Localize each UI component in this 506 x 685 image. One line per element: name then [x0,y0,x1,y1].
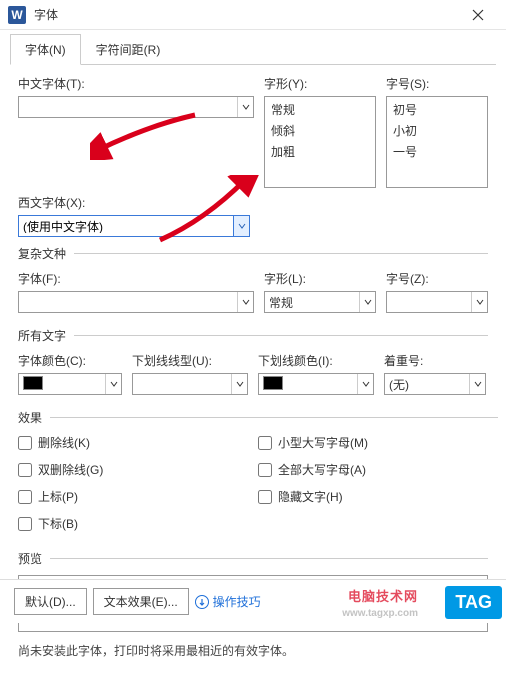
legend-alltext: 所有文字 [18,327,74,344]
info-icon [195,595,209,609]
label-font-color: 字体颜色(C): [18,352,122,369]
underline-color-combo[interactable] [258,373,374,395]
checkbox-dblstrike[interactable]: 双删除线(G) [18,461,258,478]
default-button[interactable]: 默认(D)... [14,588,87,615]
label-underline-type: 下划线线型(U): [132,352,248,369]
list-item[interactable]: 一号 [389,141,485,162]
text-effect-button[interactable]: 文本效果(E)... [93,588,189,615]
app-icon: W [8,6,26,24]
checkbox-smallcaps[interactable]: 小型大写字母(M) [258,434,498,451]
emphasis-value: (无) [385,376,469,393]
label-size: 字号(S): [386,75,488,92]
install-note: 尚未安装此字体，打印时将采用最相近的有效字体。 [18,642,488,659]
section-alltext: 所有文字 字体颜色(C): 下划线线型(U): 下划线颜色(I): [18,327,488,401]
chevron-down-icon[interactable] [237,292,253,312]
label-cn-font: 中文字体(T): [18,75,254,92]
list-item[interactable]: 小初 [389,120,485,141]
size-z-combo[interactable] [386,291,488,313]
chevron-down-icon[interactable] [359,292,375,312]
titlebar: W 字体 [0,0,506,30]
underline-type-combo[interactable] [132,373,248,395]
checkbox-allcaps[interactable]: 全部大写字母(A) [258,461,498,478]
west-font-combo[interactable] [18,215,250,237]
legend-complex: 复杂文种 [18,245,74,262]
font-f-combo[interactable] [18,291,254,313]
section-effects: 效果 删除线(K)小型大写字母(M)双删除线(G)全部大写字母(A)上标(P)隐… [18,409,498,542]
size-listbox[interactable]: 初号 小初 一号 [386,96,488,188]
checkbox-strike[interactable]: 删除线(K) [18,434,258,451]
list-item[interactable]: 初号 [389,99,485,120]
chevron-down-icon[interactable] [233,216,249,236]
style-listbox[interactable]: 常规 倾斜 加粗 [264,96,376,188]
color-swatch [23,376,43,390]
font-f-input[interactable] [19,295,237,309]
font-color-combo[interactable] [18,373,122,395]
label-emphasis: 着重号: [384,352,486,369]
style-l-combo[interactable]: 常规 [264,291,376,313]
legend-effects: 效果 [18,409,50,426]
label-size-z: 字号(Z): [386,270,488,287]
cn-font-combo[interactable] [18,96,254,118]
chevron-down-icon[interactable] [237,97,253,117]
cn-font-input[interactable] [19,100,237,114]
chevron-down-icon[interactable] [469,374,485,394]
chevron-down-icon[interactable] [357,374,373,394]
checkbox-hidden[interactable]: 隐藏文字(H) [258,488,498,505]
style-l-value: 常规 [265,294,359,311]
tab-font[interactable]: 字体(N) [10,34,81,65]
close-icon [472,9,484,21]
label-underline-color: 下划线颜色(I): [258,352,374,369]
label-west-font: 西文字体(X): [18,194,250,211]
section-complex: 复杂文种 字体(F): 字形(L): 常规 字号(Z): [18,245,488,319]
checkbox-super[interactable]: 上标(P) [18,488,258,505]
emphasis-combo[interactable]: (无) [384,373,486,395]
label-style: 字形(Y): [264,75,376,92]
tab-spacing[interactable]: 字符间距(R) [81,34,176,65]
list-item[interactable]: 加粗 [267,141,373,162]
label-font-f: 字体(F): [18,270,254,287]
tips-link[interactable]: 操作技巧 [195,593,261,610]
chevron-down-icon[interactable] [231,374,247,394]
chevron-down-icon[interactable] [105,374,121,394]
legend-preview: 预览 [18,550,50,567]
window-title: 字体 [34,6,458,23]
list-item[interactable]: 常规 [267,99,373,120]
tab-strip: 字体(N) 字符间距(R) [0,30,506,65]
label-style-l: 字形(L): [264,270,376,287]
west-font-input[interactable] [19,219,233,233]
chevron-down-icon[interactable] [471,292,487,312]
button-bar: 默认(D)... 文本效果(E)... 操作技巧 [0,579,506,623]
checkbox-sub[interactable]: 下标(B) [18,515,258,532]
list-item[interactable]: 倾斜 [267,120,373,141]
color-swatch [263,376,283,390]
close-button[interactable] [458,1,498,29]
